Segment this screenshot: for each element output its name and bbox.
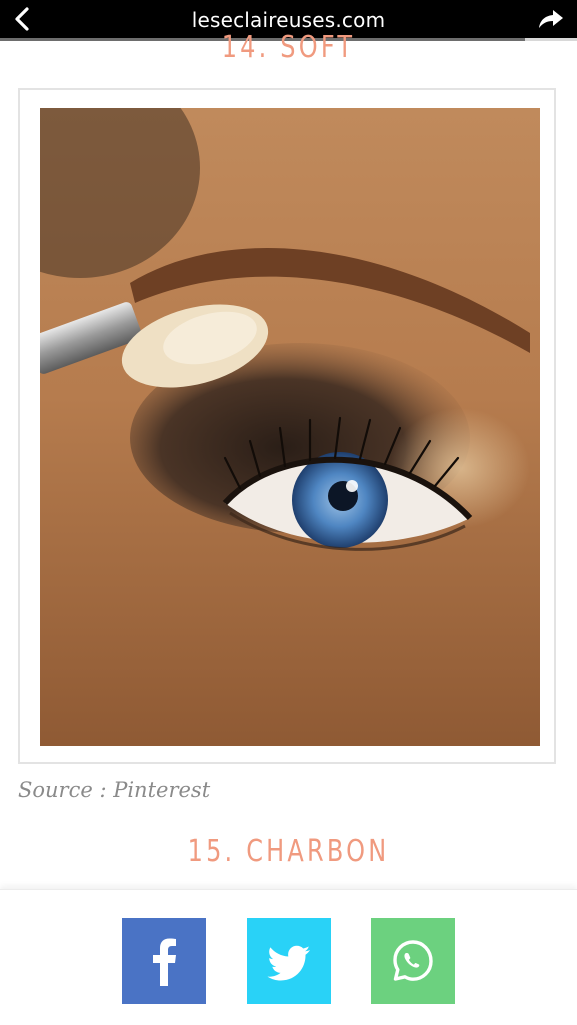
twitter-icon [247, 918, 331, 1004]
share-arrow-icon[interactable] [537, 7, 565, 31]
facebook-share-button[interactable] [122, 918, 206, 1004]
whatsapp-icon [371, 918, 455, 1004]
url-label[interactable]: leseclaireuses.com [0, 8, 577, 32]
section-heading-soft: 14. SOFT [221, 30, 356, 65]
section-heading-charbon: 15. CHARBON [187, 834, 390, 869]
facebook-icon [122, 918, 206, 1004]
article-image-frame [18, 88, 556, 764]
eye-makeup-photo [40, 108, 540, 746]
share-bar [0, 889, 577, 1025]
twitter-share-button[interactable] [247, 918, 331, 1004]
image-source-caption: Source : Pinterest [18, 778, 211, 802]
whatsapp-share-button[interactable] [371, 918, 455, 1004]
